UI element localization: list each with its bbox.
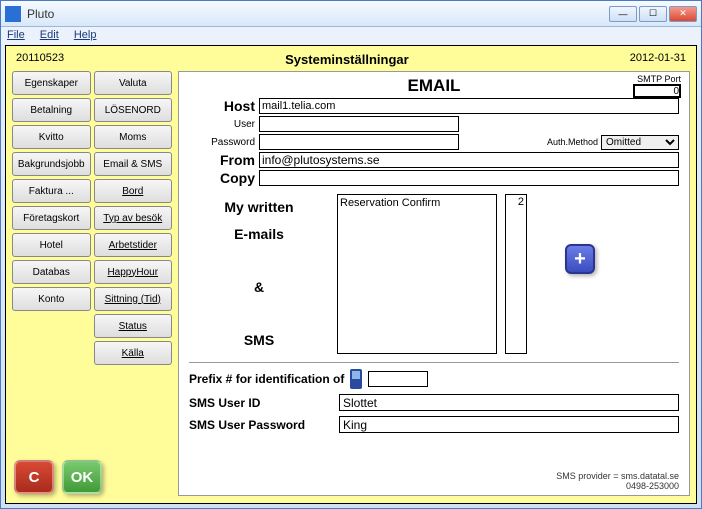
btn-status[interactable]: Status [94, 314, 173, 338]
prefix-input[interactable] [368, 371, 428, 387]
main-panel: EMAIL SMTP Port Host User Password [178, 71, 690, 496]
templates-listbox[interactable]: Reservation Confirm [337, 194, 497, 354]
email-section-title: EMAIL [189, 76, 679, 96]
auth-method-select[interactable]: Omitted [601, 135, 679, 150]
bottom-actions: C OK [12, 456, 172, 496]
separator [189, 362, 679, 363]
btn-sittning[interactable]: Sittning (Tid) [94, 287, 173, 311]
btn-arbetstider[interactable]: Arbetstider [94, 233, 173, 257]
from-label: From [189, 152, 259, 168]
app-window: Pluto — ☐ ✕ File Edit Help 20110523 Syst… [0, 0, 702, 509]
user-label: User [189, 119, 259, 130]
header-date: 2012-01-31 [630, 52, 686, 67]
close-button[interactable]: ✕ [669, 6, 697, 22]
window-title: Pluto [27, 7, 54, 21]
ok-button[interactable]: OK [62, 460, 102, 494]
sidebar: Egenskaper Valuta Betalning LÖSENORD Kvi… [12, 71, 172, 496]
btn-email-sms[interactable]: Email & SMS [94, 152, 173, 176]
btn-typ-av-besok[interactable]: Typ av besök [94, 206, 173, 230]
btn-valuta[interactable]: Valuta [94, 71, 173, 95]
btn-bakgrundsjobb[interactable]: Bakgrundsjobb [12, 152, 91, 176]
add-template-button[interactable]: + [565, 244, 595, 274]
header-row: 20110523 Systeminställningar 2012-01-31 [12, 52, 690, 67]
btn-bord[interactable]: Bord [94, 179, 173, 203]
sms-password-input[interactable] [339, 416, 679, 433]
host-input[interactable] [259, 98, 679, 114]
maximize-button[interactable]: ☐ [639, 6, 667, 22]
prefix-label: Prefix # for identification of [189, 372, 344, 386]
smtp-port-label: SMTP Port [633, 74, 681, 84]
sidebar-button-grid: Egenskaper Valuta Betalning LÖSENORD Kvi… [12, 71, 172, 365]
btn-moms[interactable]: Moms [94, 125, 173, 149]
smtp-port-block: SMTP Port [633, 74, 681, 98]
page-title: Systeminställningar [64, 52, 630, 67]
password-input[interactable] [259, 134, 459, 150]
btn-kalla[interactable]: Källa [94, 341, 173, 365]
workarea: 20110523 Systeminställningar 2012-01-31 … [5, 45, 697, 504]
btn-databas[interactable]: Databas [12, 260, 91, 284]
btn-happyhour[interactable]: HappyHour [94, 260, 173, 284]
titlebar[interactable]: Pluto — ☐ ✕ [1, 1, 701, 27]
app-icon [5, 6, 21, 22]
copy-input[interactable] [259, 170, 679, 186]
host-label: Host [189, 98, 259, 114]
auth-method-label: Auth.Method [547, 137, 598, 147]
btn-losenord[interactable]: LÖSENORD [94, 98, 173, 122]
sms-user-id-label: SMS User ID [189, 396, 339, 410]
menubar: File Edit Help [1, 27, 701, 45]
footer-note: SMS provider = sms.datatal.se 0498-25300… [556, 471, 679, 491]
from-input[interactable] [259, 152, 679, 168]
btn-hotel[interactable]: Hotel [12, 233, 91, 257]
sms-user-id-input[interactable] [339, 394, 679, 411]
btn-betalning[interactable]: Betalning [12, 98, 91, 122]
password-label: Password [189, 137, 259, 148]
content: Egenskaper Valuta Betalning LÖSENORD Kvi… [12, 71, 690, 496]
templates-label: My written E-mails & SMS [189, 194, 329, 354]
btn-faktura[interactable]: Faktura ... [12, 179, 91, 203]
list-item[interactable]: Reservation Confirm [340, 197, 494, 209]
cancel-button[interactable]: C [14, 460, 54, 494]
menu-help[interactable]: Help [74, 29, 97, 41]
menu-file[interactable]: File [7, 29, 25, 41]
user-input[interactable] [259, 116, 459, 132]
btn-konto[interactable]: Konto [12, 287, 91, 311]
window-controls: — ☐ ✕ [609, 6, 697, 22]
sms-password-label: SMS User Password [189, 418, 339, 432]
minimize-button[interactable]: — [609, 6, 637, 22]
menu-edit[interactable]: Edit [40, 29, 59, 41]
templates-block: My written E-mails & SMS Reservation Con… [189, 194, 679, 354]
smtp-port-input[interactable] [633, 84, 681, 98]
btn-kvitto[interactable]: Kvitto [12, 125, 91, 149]
btn-egenskaper[interactable]: Egenskaper [12, 71, 91, 95]
btn-foretagskort[interactable]: Företagskort [12, 206, 91, 230]
phone-icon [350, 369, 362, 389]
copy-label: Copy [189, 170, 259, 186]
header-code: 20110523 [16, 52, 64, 67]
templates-countbox: 2 [505, 194, 527, 354]
